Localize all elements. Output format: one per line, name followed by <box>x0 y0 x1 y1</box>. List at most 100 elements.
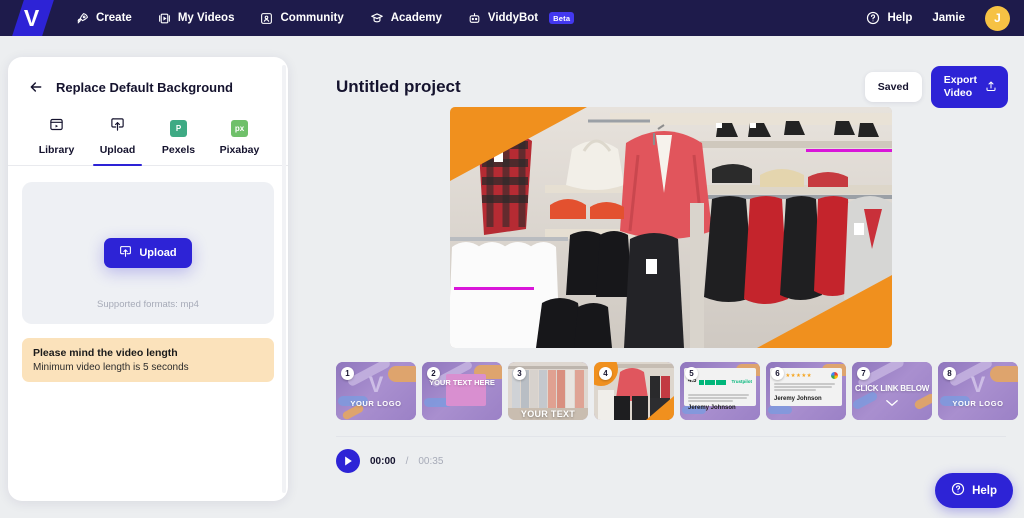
supported-formats-note: Supported formats: mp4 <box>97 299 199 310</box>
timeline-item-number: 2 <box>427 367 440 380</box>
nav-item-viddybot[interactable]: ViddyBot Beta <box>468 12 575 25</box>
tab-label-upload: Upload <box>99 144 136 156</box>
app-logo[interactable]: V <box>0 0 62 36</box>
graduation-cap-icon <box>370 11 384 25</box>
tab-label-pixabay: Pixabay <box>219 144 260 156</box>
community-icon <box>260 12 273 25</box>
timeline-item-number: 8 <box>943 367 956 380</box>
nav-help-button[interactable]: Help <box>866 11 912 25</box>
project-header: Untitled project Saved Export Video <box>318 45 1024 109</box>
chevron-down-icon <box>852 394 932 412</box>
nav-item-my-videos[interactable]: My Videos <box>158 12 235 25</box>
tab-pixabay[interactable]: px Pixabay <box>209 120 270 165</box>
timeline-item[interactable]: 4.5 ★★★★★ Jeremy Johnson 6 <box>766 362 846 420</box>
editor-main-area: Untitled project Saved Export Video V YO… <box>318 45 1024 518</box>
tab-upload[interactable]: Upload <box>87 117 148 166</box>
panel-header: Replace Default Background <box>8 57 288 95</box>
nav-label-community: Community <box>280 12 344 24</box>
user-name[interactable]: Jamie <box>932 12 965 24</box>
timeline-item-text: YOUR LOGO <box>350 399 402 408</box>
arrow-left-icon[interactable] <box>28 79 44 95</box>
timeline-item-number: 1 <box>341 367 354 380</box>
total-time: 00:35 <box>418 455 444 467</box>
top-navigation-bar: V Create My Videos Community Academy Vid… <box>0 0 1024 36</box>
nav-item-create[interactable]: Create <box>76 12 132 25</box>
timeline-item-number: 4 <box>599 367 612 380</box>
export-video-button[interactable]: Export Video <box>930 65 1008 109</box>
nav-label-viddybot: ViddyBot <box>487 12 539 24</box>
timeline-item[interactable]: 4.5 Trustpilot Jeremy Johnson 5 <box>680 362 760 420</box>
video-length-warning: Please mind the video length Minimum vid… <box>22 338 274 382</box>
help-floating-button[interactable]: Help <box>935 473 1013 508</box>
timeline-item[interactable]: CLICK LINK BELOW 7 <box>852 362 932 420</box>
upload-button[interactable]: Upload <box>104 238 192 268</box>
nav-help-label: Help <box>887 12 913 24</box>
tab-label-pexels: Pexels <box>161 144 196 156</box>
help-circle-icon <box>866 11 880 25</box>
rating-stars-icon <box>699 372 727 390</box>
timeline-item-number: 3 <box>513 367 526 380</box>
video-library-icon <box>158 12 171 25</box>
corner-triangle-top-left <box>450 107 587 181</box>
timeline-item-text: YOUR TEXT <box>520 409 576 419</box>
pexels-icon: P <box>170 120 187 137</box>
replace-background-panel: Replace Default Background Library Uploa… <box>8 57 288 501</box>
warning-subtitle: Minimum video length is 5 seconds <box>33 362 189 373</box>
help-circle-icon <box>951 482 965 499</box>
timeline-item[interactable]: V YOUR LOGO 1 <box>336 362 416 420</box>
beta-badge: Beta <box>549 12 575 24</box>
robot-icon <box>468 12 481 25</box>
current-time: 00:00 <box>370 455 396 467</box>
panel-scrollbar[interactable] <box>281 65 286 493</box>
user-name-label: Jamie <box>932 12 965 24</box>
help-fab-label: Help <box>972 484 997 497</box>
upload-icon <box>110 117 125 137</box>
promo-logo-mark: V <box>970 372 986 397</box>
reviewer-name: Jeremy Johnson <box>688 405 736 412</box>
nav-label-create: Create <box>96 12 132 24</box>
timeline-item-text: YOUR LOGO <box>952 399 1004 408</box>
pixabay-icon: px <box>231 120 248 137</box>
tab-library[interactable]: Library <box>26 117 87 165</box>
timeline-item-number: 7 <box>857 367 870 380</box>
page-title: Untitled project <box>336 77 461 96</box>
tab-label-library: Library <box>38 144 75 156</box>
rocket-icon <box>76 12 89 25</box>
timeline-strip: V YOUR LOGO 1 YOUR TEXT HERE 2 YOUR TEXT… <box>318 348 1024 420</box>
time-separator: / <box>405 455 409 467</box>
playback-controls: 00:00 / 00:35 <box>318 437 1024 473</box>
upload-dropzone[interactable]: Upload Supported formats: mp4 <box>22 182 274 324</box>
promo-logo-mark: V <box>368 372 384 397</box>
corner-triangle-bottom-right <box>757 275 892 348</box>
rating-stars-icon: ★★★★★ <box>785 372 812 379</box>
video-preview[interactable] <box>450 107 892 348</box>
timeline-item-number: 6 <box>771 367 784 380</box>
timeline-item[interactable]: V YOUR LOGO 8 <box>938 362 1018 420</box>
export-label-line2: Video <box>943 87 973 99</box>
timeline-item-text: CLICK LINK BELOW <box>854 384 930 393</box>
nav-item-community[interactable]: Community <box>260 12 344 25</box>
timeline-item[interactable]: YOUR TEXT HERE 2 <box>422 362 502 420</box>
nav-item-academy[interactable]: Academy <box>370 11 442 25</box>
panel-title: Replace Default Background <box>56 79 233 95</box>
nav-right-group: Help Jamie J <box>866 5 1024 31</box>
warning-title: Please mind the video length <box>33 347 178 359</box>
play-icon[interactable] <box>336 449 360 473</box>
nav-label-academy: Academy <box>390 12 442 24</box>
timeline-item-number: 5 <box>685 367 698 380</box>
saved-status-chip[interactable]: Saved <box>864 72 922 102</box>
timeline-item[interactable]: YOUR TEXT 3 <box>508 362 588 420</box>
review-platform: Trustpilot <box>731 378 753 384</box>
main-nav-items: Create My Videos Community Academy Viddy… <box>76 11 575 25</box>
upload-button-label: Upload <box>139 247 177 259</box>
accent-bar-bottom-left <box>454 287 534 290</box>
upload-icon <box>119 245 132 261</box>
header-actions: Saved Export Video <box>864 65 1008 109</box>
tab-pexels[interactable]: P Pexels <box>148 120 209 165</box>
logo-letter: V <box>23 4 39 31</box>
timeline-item[interactable]: 4 <box>594 362 674 420</box>
export-upload-icon <box>985 80 997 95</box>
avatar[interactable]: J <box>985 5 1010 31</box>
reviewer-name: Jeremy Johnson <box>774 396 822 402</box>
nav-label-my-videos: My Videos <box>177 12 235 24</box>
